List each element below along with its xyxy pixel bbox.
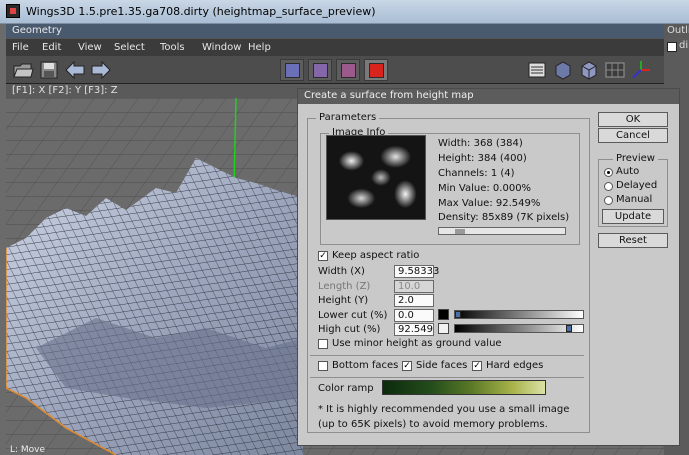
menu-view[interactable]: View bbox=[78, 42, 102, 53]
info-density: Density: 85x89 (7K pixels) bbox=[438, 212, 570, 223]
outliner-window-tab[interactable]: Outli bbox=[664, 24, 689, 38]
hard-edges-checkbox[interactable]: ✓ bbox=[472, 361, 482, 371]
keep-aspect-checkbox[interactable]: ✓ bbox=[318, 251, 328, 261]
length-field: 10.0 bbox=[394, 280, 434, 293]
info-channels: Channels: 1 (4) bbox=[438, 168, 515, 179]
preview-delayed-label: Delayed bbox=[616, 180, 658, 191]
menu-select[interactable]: Select bbox=[114, 42, 145, 53]
parameters-legend: Parameters bbox=[316, 112, 380, 123]
color-ramp-label: Color ramp bbox=[318, 383, 374, 394]
info-width: Width: 368 (384) bbox=[438, 138, 523, 149]
separator bbox=[310, 377, 584, 378]
preview-manual-radio[interactable] bbox=[604, 196, 613, 205]
hard-edges-label: Hard edges bbox=[486, 360, 544, 371]
width-label: Width (X) bbox=[318, 266, 365, 277]
preview-auto-label: Auto bbox=[616, 166, 640, 177]
separator bbox=[310, 355, 584, 356]
lower-cut-label: Lower cut (%) bbox=[318, 310, 388, 321]
menu-tools[interactable]: Tools bbox=[160, 42, 185, 53]
height-field[interactable]: 2.0 bbox=[394, 294, 434, 307]
width-field[interactable]: 9.58333 bbox=[394, 265, 439, 278]
side-faces-label: Side faces bbox=[416, 360, 468, 371]
info-max-value: Max Value: 92.549% bbox=[438, 198, 541, 209]
side-faces-checkbox[interactable]: ✓ bbox=[402, 361, 412, 371]
window-title: Wings3D 1.5.pre1.35.ga708.dirty (heightm… bbox=[26, 5, 376, 18]
minor-height-label: Use minor height as ground value bbox=[332, 338, 502, 349]
undo-arrow-icon[interactable] bbox=[64, 59, 86, 81]
lower-cut-slider[interactable] bbox=[454, 310, 584, 319]
geometry-window-title: Geometry bbox=[6, 24, 664, 38]
open-folder-icon[interactable] bbox=[12, 59, 34, 81]
keep-aspect-label: Keep aspect ratio bbox=[332, 250, 420, 261]
body-mode-icon[interactable] bbox=[364, 59, 388, 81]
high-cut-slider-thumb[interactable] bbox=[566, 325, 572, 332]
bottom-faces-checkbox[interactable] bbox=[318, 361, 328, 371]
lower-cut-color-swatch[interactable] bbox=[438, 309, 449, 320]
menu-window[interactable]: Window bbox=[202, 42, 241, 53]
ground-plane-icon[interactable] bbox=[604, 59, 626, 81]
menu-file[interactable]: File bbox=[12, 42, 29, 53]
outliner-item-checkbox[interactable] bbox=[667, 42, 677, 52]
reset-button[interactable]: Reset bbox=[598, 233, 668, 248]
menu-edit[interactable]: Edit bbox=[42, 42, 61, 53]
heightmap-image-preview bbox=[326, 135, 426, 220]
wireframe-icon[interactable] bbox=[578, 59, 600, 81]
update-button[interactable]: Update bbox=[602, 209, 664, 224]
window-title-bar[interactable]: Wings3D 1.5.pre1.35.ga708.dirty (heightm… bbox=[0, 0, 689, 24]
edge-mode-icon[interactable] bbox=[308, 59, 332, 81]
info-height: Height: 384 (400) bbox=[438, 153, 527, 164]
minor-height-checkbox[interactable] bbox=[318, 339, 328, 349]
cancel-button[interactable]: Cancel bbox=[598, 128, 668, 143]
save-icon[interactable] bbox=[38, 59, 60, 81]
high-cut-color-swatch[interactable] bbox=[438, 323, 449, 334]
length-label: Length (Z) bbox=[318, 281, 371, 292]
toolbar bbox=[6, 56, 664, 84]
outliner-item-label[interactable]: di bbox=[679, 40, 688, 51]
menu-help[interactable]: Help bbox=[248, 42, 271, 53]
axes-icon[interactable] bbox=[630, 59, 652, 81]
menu-bar: File Edit View Select Tools Window Help bbox=[6, 38, 664, 56]
preview-legend: Preview bbox=[613, 153, 658, 164]
density-scrollbar[interactable] bbox=[438, 227, 566, 235]
wings3d-app-icon bbox=[6, 4, 20, 18]
info-min-value: Min Value: 0.000% bbox=[438, 183, 532, 194]
dialog-title[interactable]: Create a surface from height map bbox=[298, 89, 679, 104]
smooth-shading-icon[interactable] bbox=[552, 59, 574, 81]
color-ramp-gradient[interactable] bbox=[382, 380, 546, 395]
face-mode-icon[interactable] bbox=[336, 59, 360, 81]
bottom-faces-label: Bottom faces bbox=[332, 360, 399, 371]
memory-note-line1: * It is highly recommended you use a sma… bbox=[318, 404, 570, 415]
workmode-icon[interactable] bbox=[526, 59, 548, 81]
high-cut-label: High cut (%) bbox=[318, 324, 381, 335]
preview-auto-radio[interactable] bbox=[604, 168, 613, 177]
height-label: Height (Y) bbox=[318, 295, 369, 306]
preview-delayed-radio[interactable] bbox=[604, 182, 613, 191]
mouse-hint-status: L: Move bbox=[10, 445, 46, 455]
memory-note-line2: (up to 65K pixels) to avoid memory probl… bbox=[318, 419, 548, 430]
vertex-mode-icon[interactable] bbox=[280, 59, 304, 81]
high-cut-slider[interactable] bbox=[454, 324, 584, 333]
ok-button[interactable]: OK bbox=[598, 112, 668, 127]
high-cut-field[interactable]: 92.549 bbox=[394, 323, 434, 336]
density-scroll-thumb[interactable] bbox=[455, 229, 465, 234]
lower-cut-slider-thumb[interactable] bbox=[455, 311, 461, 318]
redo-arrow-icon[interactable] bbox=[90, 59, 112, 81]
lower-cut-field[interactable]: 0.0 bbox=[394, 309, 434, 322]
preview-manual-label: Manual bbox=[616, 194, 653, 205]
heightmap-dialog: Create a surface from height map Paramet… bbox=[297, 88, 680, 446]
